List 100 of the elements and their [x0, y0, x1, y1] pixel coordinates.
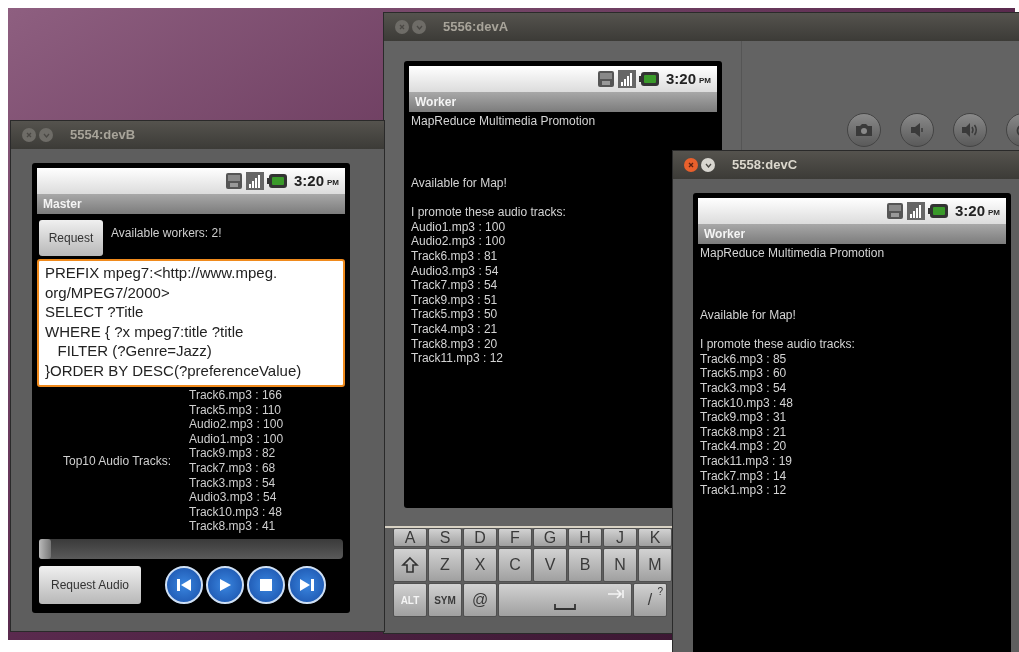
stop-button[interactable]: [247, 565, 285, 604]
track-item: Track11.mp3 : 19: [700, 453, 793, 469]
shift-key[interactable]: [393, 548, 427, 582]
keyboard-key[interactable]: D: [463, 528, 497, 547]
window-title: 5556:devA: [443, 18, 509, 37]
keyboard-key[interactable]: G: [533, 528, 567, 547]
list-label: I promote these audio tracks:: [411, 205, 566, 220]
close-icon: [399, 24, 405, 30]
speaker-icon: [910, 123, 924, 137]
play-icon: [218, 577, 232, 592]
track-item: Track6.mp3 : 166: [189, 388, 283, 403]
status-time: 3:20: [665, 68, 696, 89]
track-item: Track6.mp3 : 85: [700, 351, 787, 367]
close-button[interactable]: [684, 158, 698, 172]
keyboard-key[interactable]: N: [603, 548, 637, 582]
track-item: Track3.mp3 : 54: [189, 475, 277, 491]
request-audio-button[interactable]: Request Audio: [39, 565, 141, 604]
keyboard-key[interactable]: B: [568, 548, 602, 582]
keyboard-key[interactable]: K: [638, 528, 672, 547]
track-item: Track11.mp3 : 12: [411, 351, 504, 366]
next-button[interactable]: [288, 565, 326, 604]
track-item: Audio1.mp3 : 100: [189, 431, 284, 447]
track-item: Track8.mp3 : 21: [700, 424, 787, 440]
keyboard-key[interactable]: A: [393, 528, 427, 547]
track-item: Track7.mp3 : 14: [700, 468, 787, 484]
track-item: Track8.mp3 : 20: [411, 336, 498, 352]
camera-button[interactable]: [847, 113, 881, 147]
track-item: Track5.mp3 : 60: [700, 366, 787, 381]
app-heading: MapReduce Multimedia Promotion: [411, 114, 596, 129]
track-item: Audio2.mp3 : 100: [411, 234, 506, 249]
minimize-button[interactable]: [701, 158, 715, 172]
camera-icon: [855, 123, 873, 137]
keyboard-key[interactable]: F: [498, 528, 532, 547]
track-item: Audio1.mp3 : 100: [411, 219, 506, 235]
chevron-down-icon: [704, 162, 712, 168]
keyboard-key[interactable]: Z: [428, 548, 462, 582]
shift-icon: [401, 556, 419, 574]
volume-down-button[interactable]: [900, 113, 934, 147]
stop-icon: [260, 578, 272, 591]
close-icon: [688, 162, 694, 168]
keyboard-key[interactable]: C: [498, 548, 532, 582]
track-item: Track4.mp3 : 21: [411, 321, 498, 337]
signal-icon: [245, 172, 264, 190]
workers-text: Available workers: 2!: [111, 225, 222, 242]
skip-forward-icon: [299, 577, 315, 592]
signal-icon: [617, 70, 636, 88]
status-text: Available for Map!: [700, 307, 796, 323]
query-field[interactable]: PREFIX mpeg7:<http://www.mpeg. org/MPEG7/2000> SELECT ?Title WHERE { ?x mpeg7:title ?title FILTER (?Genre=Jazz) }ORDER BY DESC(?preferenceValue): [37, 259, 345, 387]
close-icon: [26, 132, 32, 138]
sym-key[interactable]: SYM: [428, 583, 462, 617]
keyboard-key[interactable]: X: [463, 548, 497, 582]
skip-back-icon: [176, 577, 192, 592]
previous-button[interactable]: [165, 565, 203, 604]
status-time: 3:20: [954, 200, 985, 221]
keyboard-key[interactable]: @: [463, 583, 497, 617]
volume-up-button[interactable]: [953, 113, 987, 147]
play-button[interactable]: [206, 565, 244, 604]
keyboard-key[interactable]: / ?: [633, 583, 667, 617]
track-item: Audio3.mp3 : 54: [411, 263, 499, 279]
list-label: I promote these audio tracks:: [700, 337, 855, 352]
track-item: Audio2.mp3 : 100: [189, 417, 284, 432]
track-item: Track5.mp3 : 50: [411, 307, 498, 322]
keyboard-key[interactable]: V: [533, 548, 567, 582]
keyboard-key[interactable]: M: [638, 548, 672, 582]
track-item: Track1.mp3 : 12: [700, 483, 787, 498]
track-item: Track6.mp3 : 81: [411, 248, 498, 264]
status-ampm: PM: [327, 176, 339, 189]
seek-bar[interactable]: [39, 538, 343, 559]
keyboard-key[interactable]: S: [428, 528, 462, 547]
app-title-bar: Master: [37, 194, 345, 214]
space-key[interactable]: [498, 583, 632, 617]
track-item: Track8.mp3 : 41: [189, 519, 277, 534]
track-item: Track4.mp3 : 20: [700, 439, 787, 454]
track-item: Track10.mp3 : 48: [189, 504, 283, 520]
chevron-down-icon: [42, 132, 50, 138]
keyboard-key[interactable]: J: [603, 528, 637, 547]
track-item: Track7.mp3 : 68: [189, 460, 277, 476]
app-title-bar: Worker: [409, 92, 717, 112]
chevron-down-icon: [415, 24, 423, 30]
battery-icon: [266, 174, 287, 188]
track-item: Track10.mp3 : 48: [700, 395, 793, 411]
request-button[interactable]: Request: [39, 220, 103, 256]
seek-thumb[interactable]: [39, 538, 51, 559]
speaker-loud-icon: [961, 123, 979, 137]
window-title: 5554:devB: [70, 126, 136, 145]
status-time: 3:20: [293, 170, 324, 191]
status-ampm: PM: [988, 206, 1000, 219]
track-item: Track9.mp3 : 82: [189, 446, 277, 461]
status-ampm: PM: [699, 74, 711, 87]
battery-icon: [927, 204, 948, 218]
track-item: Track7.mp3 : 54: [411, 278, 498, 293]
keyboard-key[interactable]: H: [568, 528, 602, 547]
track-item: Track9.mp3 : 31: [700, 410, 787, 425]
app-heading: MapReduce Multimedia Promotion: [700, 246, 885, 261]
app-title-bar: Worker: [698, 224, 1006, 244]
track-item: Track5.mp3 : 110: [189, 402, 283, 418]
track-item: Audio3.mp3 : 54: [189, 490, 278, 505]
battery-icon: [638, 72, 659, 86]
key-alt-label: ?: [657, 585, 663, 599]
status-text: Available for Map!: [411, 175, 507, 191]
